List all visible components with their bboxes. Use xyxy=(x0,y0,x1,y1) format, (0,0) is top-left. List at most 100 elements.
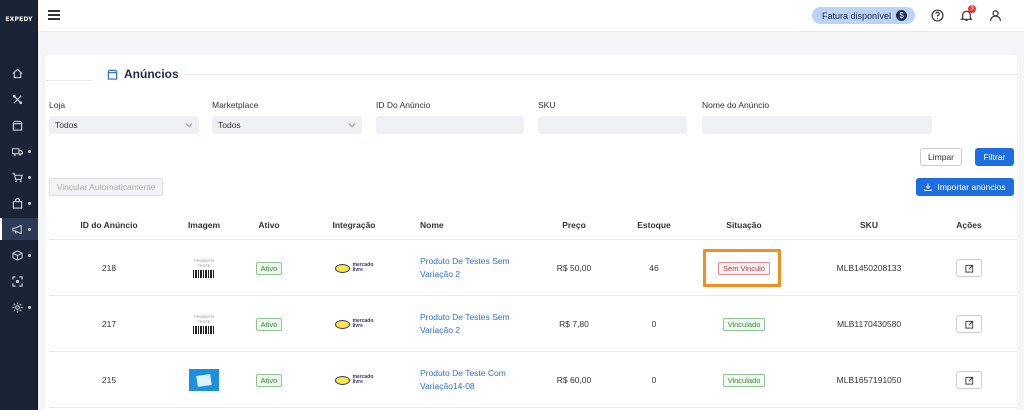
id-anuncio-label: ID Do Anúncio xyxy=(376,100,431,110)
cell-imagem[interactable] xyxy=(169,352,239,408)
sidebar-item-shipping[interactable] xyxy=(0,140,38,162)
sidebar-item-home[interactable] xyxy=(0,62,38,84)
limpar-button[interactable]: Limpar xyxy=(920,148,962,166)
highlight-box xyxy=(703,249,781,287)
ativo-badge: Ativo xyxy=(255,261,283,275)
product-name-link[interactable]: Produto De Testes Sem Variação 2 xyxy=(420,255,520,281)
nome-anuncio-input[interactable] xyxy=(702,116,932,134)
column-header-situacao[interactable]: Situação xyxy=(689,210,799,240)
edit-icon xyxy=(964,264,973,273)
sidebar-item-ads[interactable] xyxy=(0,218,38,240)
vinculado-badge: Vinculado xyxy=(722,373,766,387)
filtrar-button[interactable]: Filtrar xyxy=(975,148,1014,166)
cell-imagem[interactable]: PRODUTO TESTE xyxy=(169,296,239,352)
edit-icon xyxy=(964,320,973,329)
cell-preco: R$ 50,00 xyxy=(556,263,592,273)
cell-situacao: Vinculado xyxy=(689,296,799,352)
cell-nome[interactable]: Produto De Testes Sem Variação 2 xyxy=(420,296,520,352)
sidebar-item-tools[interactable] xyxy=(0,88,38,110)
page-title-text: Anúncios xyxy=(124,67,179,81)
column-header-estoque[interactable]: Estoque xyxy=(619,210,689,240)
edit-button[interactable] xyxy=(956,371,982,389)
cell-estoque: 0 xyxy=(651,319,657,329)
cell-id: 215 xyxy=(101,375,117,385)
expand-dot-icon xyxy=(28,149,31,153)
scan-icon xyxy=(12,275,23,287)
menu-icon[interactable] xyxy=(48,10,60,20)
cell-id: 217 xyxy=(101,319,117,329)
cell-id: 218 xyxy=(101,263,117,273)
table-row: 218 PRODUTO TESTE Ativo mercado livre Pro… xyxy=(49,240,1017,296)
column-header-sku[interactable]: SKU xyxy=(799,210,939,240)
expand-dot-icon xyxy=(28,305,31,309)
store-icon xyxy=(12,120,23,131)
cell-acoes xyxy=(939,240,999,296)
megaphone-icon xyxy=(12,224,22,234)
cell-situacao: Vinculado xyxy=(689,352,799,408)
sidebar-item-settings[interactable] xyxy=(0,296,38,318)
sidebar-item-integrations[interactable] xyxy=(0,270,38,292)
column-header-imagem: Imagem xyxy=(187,220,221,230)
table-header: ID do Anúncio Imagem Ativo Integração No… xyxy=(49,210,1017,240)
sidebar: EXPEDY xyxy=(0,0,38,410)
column-header-preco[interactable]: Preço xyxy=(529,210,619,240)
home-icon xyxy=(12,68,23,78)
cell-sku: MLB1170430580 xyxy=(836,319,902,329)
ativo-badge: Ativo xyxy=(255,317,283,331)
column-header-ativo[interactable]: Ativo xyxy=(239,210,299,240)
column-header-integracao[interactable]: Integração xyxy=(299,210,409,240)
sidebar-item-products[interactable] xyxy=(0,244,38,266)
importar-anuncios-button[interactable]: Importar anúncios xyxy=(916,178,1014,196)
dollar-icon: $ xyxy=(896,10,908,21)
app-logo: EXPEDY xyxy=(5,16,33,23)
tools-icon xyxy=(12,94,23,104)
user-icon[interactable] xyxy=(989,9,1002,22)
id-anuncio-input[interactable] xyxy=(376,116,524,134)
sku-label: SKU xyxy=(538,100,556,110)
cell-nome[interactable]: Produto De Teste Com Variação14-08 xyxy=(420,352,520,408)
loja-label: Loja xyxy=(49,100,66,110)
gear-icon xyxy=(12,301,23,313)
sidebar-item-cart[interactable] xyxy=(0,166,38,188)
cell-sku: MLB1450208133 xyxy=(836,263,902,273)
nome-anuncio-label: Nome do Anúncio xyxy=(702,100,770,110)
sidebar-item-bag[interactable] xyxy=(0,192,38,214)
notification-badge: 3 xyxy=(968,5,976,13)
store-icon xyxy=(107,69,118,80)
edit-button[interactable] xyxy=(956,315,982,333)
vinculado-badge: Vinculado xyxy=(722,317,766,331)
product-name-link[interactable]: Produto De Testes Sem Variação 2 xyxy=(420,311,520,337)
cart-icon xyxy=(12,172,23,182)
fatura-button[interactable]: Fatura disponível $ xyxy=(812,7,916,24)
cell-estoque: 0 xyxy=(651,375,657,385)
marketplace-select[interactable]: Todos xyxy=(212,116,362,134)
ativo-badge: Ativo xyxy=(255,373,283,387)
product-name-link[interactable]: Produto De Teste Com Variação14-08 xyxy=(420,367,520,393)
expand-dot-icon xyxy=(28,227,31,231)
column-header-nome[interactable]: Nome xyxy=(420,210,530,240)
importar-anuncios-label: Importar anúncios xyxy=(937,182,1006,192)
sidebar-item-store[interactable] xyxy=(0,114,38,136)
marketplace-select-value: Todos xyxy=(218,120,241,130)
cell-nome[interactable]: Produto De Testes Sem Variação 2 xyxy=(420,240,520,296)
edit-button[interactable] xyxy=(956,259,982,277)
vincular-automaticamente-button[interactable]: Vincular Automaticamente xyxy=(49,178,163,196)
product-image: PRODUTO TESTE xyxy=(192,311,216,337)
cell-integracao: mercado livre xyxy=(299,352,409,408)
product-image: PRODUTO TESTE xyxy=(192,255,216,281)
cell-sku: MLB1657191050 xyxy=(836,375,902,385)
help-icon[interactable] xyxy=(931,9,944,22)
topbar: Fatura disponível $ 3 xyxy=(38,0,1024,32)
column-header-id[interactable]: ID do Anúncio xyxy=(49,210,169,240)
cell-imagem[interactable]: PRODUTO TESTE xyxy=(169,240,239,296)
sku-input[interactable] xyxy=(538,116,687,134)
fatura-label: Fatura disponível xyxy=(822,10,892,21)
bag-icon xyxy=(12,197,23,209)
download-icon xyxy=(924,183,933,191)
mercado-livre-logo: mercado livre xyxy=(334,319,373,329)
mercado-livre-logo: mercado livre xyxy=(334,375,373,385)
expand-dot-icon xyxy=(28,201,31,205)
truck-icon xyxy=(12,147,23,156)
loja-select[interactable]: Todos xyxy=(49,116,199,134)
cell-ativo: Ativo xyxy=(239,240,299,296)
